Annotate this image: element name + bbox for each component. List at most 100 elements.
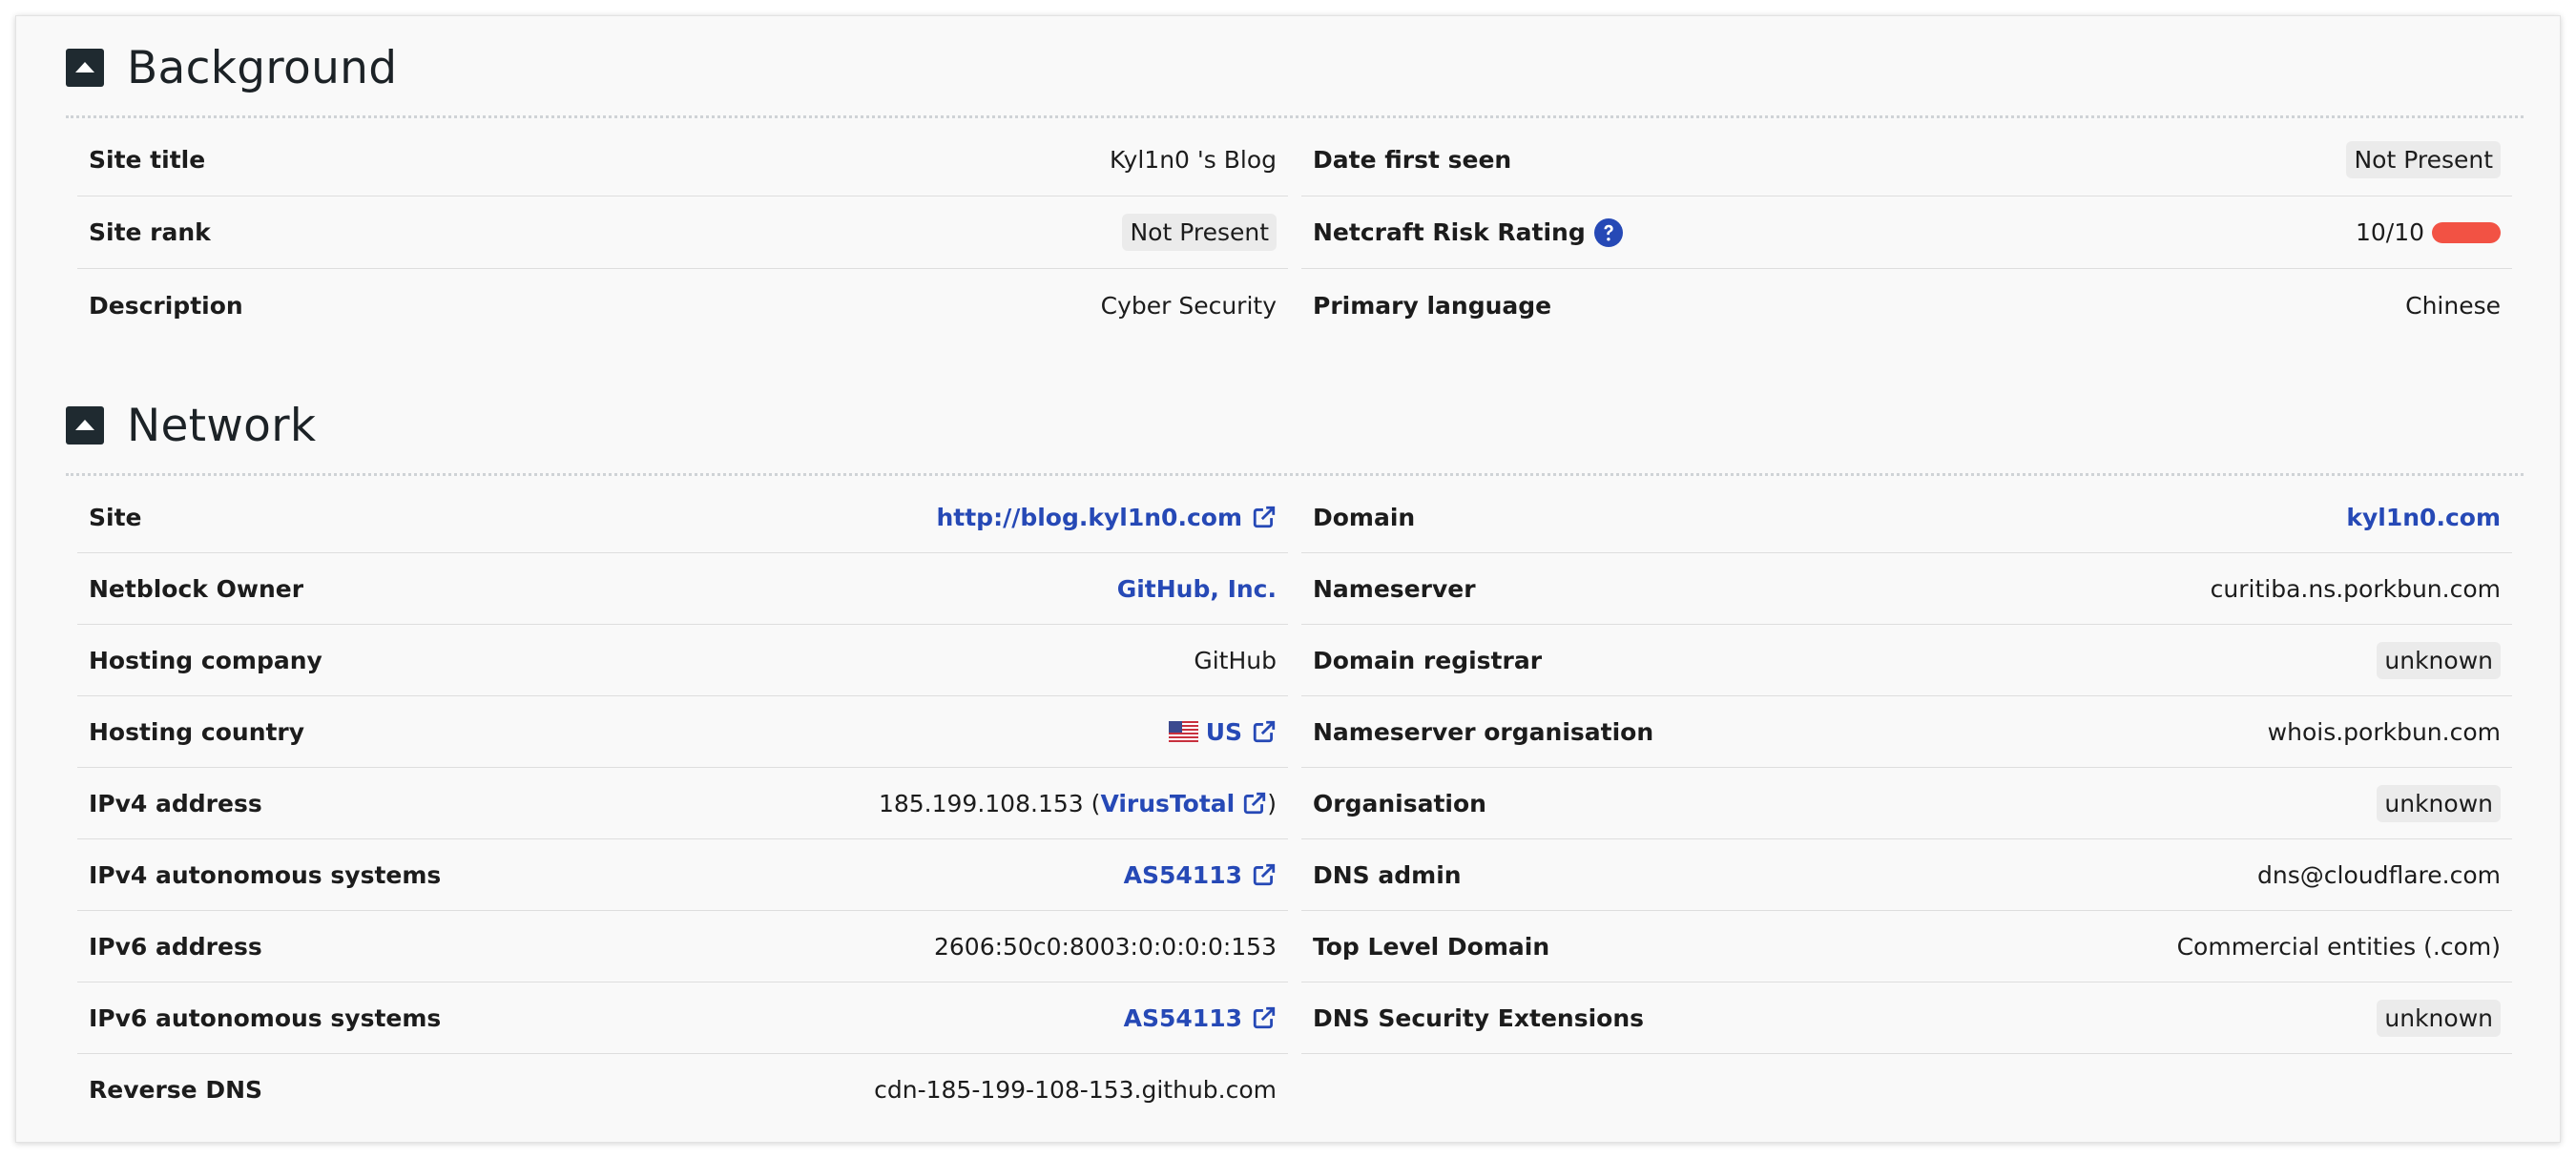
nameserver-organisation-label: Nameserver organisation <box>1313 717 1654 746</box>
row-domain-registrar: Domain registrar unknown <box>1301 625 2512 696</box>
row-hosting-company: Hosting company GitHub <box>77 625 1288 696</box>
site-link[interactable]: http://blog.kyl1n0.com <box>936 504 1242 531</box>
row-ipv6-as: IPv6 autonomous systems AS54113 <box>77 982 1288 1054</box>
ipv6-as-link[interactable]: AS54113 <box>1124 1004 1242 1032</box>
us-flag-icon <box>1168 721 1198 742</box>
row-primary-language: Primary language Chinese <box>1301 269 2512 341</box>
risk-rating-value: 10/10 <box>2355 218 2424 246</box>
ipv6-as-label: IPv6 autonomous systems <box>89 1003 442 1032</box>
network-collapse-toggle[interactable] <box>66 406 104 445</box>
site-title-label: Site title <box>89 146 206 174</box>
hosting-company-label: Hosting company <box>89 646 322 674</box>
row-dnssec: DNS Security Extensions unknown <box>1301 982 2512 1054</box>
question-circle-icon[interactable] <box>1593 217 1624 248</box>
organisation-label: Organisation <box>1313 789 1486 817</box>
description-value: Cyber Security <box>1100 291 1277 320</box>
site-label: Site <box>89 503 142 531</box>
background-table: Site title Kyl1n0 's Blog Site rank Not … <box>66 124 2524 341</box>
ipv4-as-value-wrap: AS54113 <box>1124 861 1277 889</box>
row-risk-rating: Netcraft Risk Rating 10/10 <box>1301 196 2512 269</box>
ipv6-address-label: IPv6 address <box>89 932 262 961</box>
risk-rating-label: Netcraft Risk Rating <box>1313 218 1586 246</box>
paren-open: ( <box>1091 789 1101 817</box>
hosting-country-value-wrap: US <box>1168 718 1277 746</box>
background-collapse-toggle[interactable] <box>66 49 104 87</box>
hosting-company-value: GitHub <box>1194 646 1277 674</box>
external-link-icon[interactable] <box>1252 862 1277 887</box>
background-section-header: Background <box>66 16 2524 115</box>
domain-link[interactable]: kyl1n0.com <box>2346 504 2501 531</box>
row-site: Site http://blog.kyl1n0.com <box>77 482 1288 553</box>
row-domain: Domain kyl1n0.com <box>1301 482 2512 553</box>
reverse-dns-label: Reverse DNS <box>89 1076 263 1104</box>
nameserver-value: curitiba.ns.porkbun.com <box>2210 574 2501 603</box>
primary-language-value: Chinese <box>2405 291 2501 320</box>
description-label: Description <box>89 291 243 320</box>
risk-rating-value-wrap: 10/10 <box>2356 218 2501 246</box>
ipv4-address-value-wrap: 185.199.108.153 ( VirusTotal ) <box>879 790 1277 817</box>
site-value-wrap: http://blog.kyl1n0.com <box>936 504 1277 531</box>
netblock-owner-link[interactable]: GitHub, Inc. <box>1117 575 1277 603</box>
organisation-value: unknown <box>2377 784 2501 822</box>
domain-label: Domain <box>1313 503 1416 531</box>
ipv6-address-value: 2606:50c0:8003:0:0:0:0:153 <box>933 932 1277 961</box>
ipv4-as-link[interactable]: AS54113 <box>1124 861 1242 889</box>
row-top-level-domain: Top Level Domain Commercial entities (.c… <box>1301 911 2512 982</box>
external-link-icon[interactable] <box>1242 791 1267 816</box>
virustotal-link[interactable]: VirusTotal <box>1100 790 1235 817</box>
row-nameserver-organisation: Nameserver organisation whois.porkbun.co… <box>1301 696 2512 768</box>
date-first-seen-value: Not Present <box>2346 141 2501 178</box>
domain-registrar-label: Domain registrar <box>1313 646 1543 674</box>
domain-registrar-value: unknown <box>2377 641 2501 679</box>
network-right-column: Domain kyl1n0.com Nameserver curitiba.ns… <box>1301 482 2512 1126</box>
row-site-title: Site title Kyl1n0 's Blog <box>77 124 1288 196</box>
row-organisation: Organisation unknown <box>1301 768 2512 839</box>
risk-rating-label-wrap: Netcraft Risk Rating <box>1313 217 1624 248</box>
row-dns-admin: DNS admin dns@cloudflare.com <box>1301 839 2512 911</box>
primary-language-label: Primary language <box>1313 291 1552 320</box>
top-level-domain-label: Top Level Domain <box>1313 932 1550 961</box>
external-link-icon[interactable] <box>1252 505 1277 529</box>
network-section-header: Network <box>66 374 2524 473</box>
dns-admin-value: dns@cloudflare.com <box>2257 860 2501 889</box>
site-rank-value: Not Present <box>1122 214 1277 251</box>
hosting-country-label: Hosting country <box>89 717 305 746</box>
paren-close: ) <box>1267 789 1277 817</box>
row-ipv6-address: IPv6 address 2606:50c0:8003:0:0:0:0:153 <box>77 911 1288 982</box>
site-title-value: Kyl1n0 's Blog <box>1109 146 1277 174</box>
row-site-rank: Site rank Not Present <box>77 196 1288 269</box>
background-left-column: Site title Kyl1n0 's Blog Site rank Not … <box>77 124 1288 341</box>
site-rank-label: Site rank <box>89 218 211 246</box>
network-left-column: Site http://blog.kyl1n0.com Netblock Own… <box>77 482 1288 1126</box>
row-ipv4-address: IPv4 address 185.199.108.153 ( VirusTota… <box>77 768 1288 839</box>
hosting-country-link[interactable]: US <box>1206 718 1242 746</box>
row-hosting-country: Hosting country US <box>77 696 1288 768</box>
dns-admin-label: DNS admin <box>1313 860 1462 889</box>
section-divider <box>66 115 2524 118</box>
external-link-icon[interactable] <box>1252 719 1277 744</box>
section-divider <box>66 473 2524 476</box>
nameserver-label: Nameserver <box>1313 574 1476 603</box>
ipv4-as-label: IPv4 autonomous systems <box>89 860 442 889</box>
background-section-title: Background <box>127 41 398 94</box>
date-first-seen-label: Date first seen <box>1313 146 1512 174</box>
top-level-domain-value: Commercial entities (.com) <box>2176 932 2501 961</box>
ipv4-address-label: IPv4 address <box>89 789 262 817</box>
reverse-dns-value: cdn-185-199-108-153.github.com <box>874 1076 1277 1104</box>
row-description: Description Cyber Security <box>77 269 1288 341</box>
row-date-first-seen: Date first seen Not Present <box>1301 124 2512 196</box>
dnssec-value: unknown <box>2377 999 2501 1037</box>
external-link-icon[interactable] <box>1252 1005 1277 1030</box>
row-ipv4-as: IPv4 autonomous systems AS54113 <box>77 839 1288 911</box>
network-section-title: Network <box>127 399 317 452</box>
risk-rating-bar <box>2432 221 2501 243</box>
row-nameserver: Nameserver curitiba.ns.porkbun.com <box>1301 553 2512 625</box>
caret-up-icon <box>75 419 94 430</box>
report-card: Background Site title Kyl1n0 's Blog Sit… <box>15 15 2561 1143</box>
netblock-owner-label: Netblock Owner <box>89 574 304 603</box>
row-netblock-owner: Netblock Owner GitHub, Inc. <box>77 553 1288 625</box>
nameserver-organisation-value: whois.porkbun.com <box>2267 717 2501 746</box>
caret-up-icon <box>75 61 94 72</box>
dnssec-label: DNS Security Extensions <box>1313 1003 1645 1032</box>
row-reverse-dns: Reverse DNS cdn-185-199-108-153.github.c… <box>77 1054 1288 1126</box>
